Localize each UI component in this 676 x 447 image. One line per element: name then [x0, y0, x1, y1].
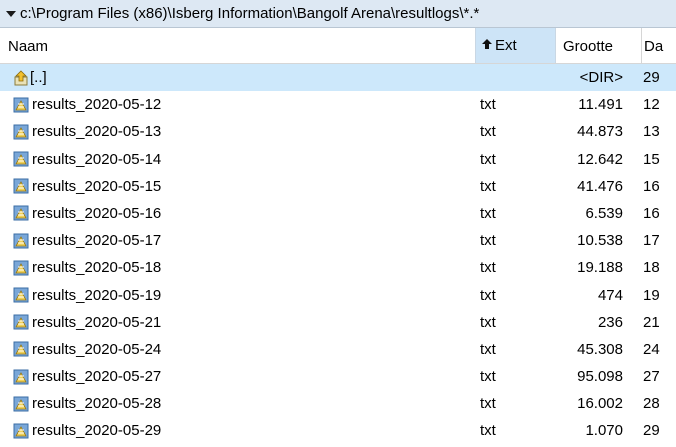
file-date: 27	[643, 368, 660, 386]
file-size: 10.538	[577, 232, 623, 250]
column-header-ext[interactable]: Ext	[475, 28, 556, 63]
file-row[interactable]: results_2020-05-19 txt 474 19	[0, 282, 676, 309]
file-date: 12	[643, 96, 660, 114]
file-name: results_2020-05-28	[32, 395, 162, 413]
file-row[interactable]: results_2020-05-27 txt 95.098 27	[0, 363, 676, 390]
text-file-icon	[12, 368, 30, 386]
file-size: 95.098	[577, 368, 623, 386]
column-header: Naam Ext Grootte Da	[0, 28, 676, 64]
file-row[interactable]: results_2020-05-12 txt 11.491 12	[0, 91, 676, 118]
file-row[interactable]: results_2020-05-28 txt 16.002 28	[0, 390, 676, 417]
file-size: 41.476	[577, 177, 623, 195]
file-date: 21	[643, 313, 660, 331]
file-date: 16	[643, 177, 660, 195]
text-file-icon	[12, 422, 30, 440]
column-name-label: Naam	[8, 37, 49, 55]
path-bar[interactable]: c:\Program Files (x86)\Isberg Informatio…	[0, 0, 676, 28]
file-size: 474	[597, 286, 623, 304]
text-file-icon	[12, 232, 30, 250]
file-date: 17	[643, 232, 660, 250]
text-file-icon	[12, 150, 30, 168]
file-name: results_2020-05-27	[32, 368, 162, 386]
text-file-icon	[12, 259, 30, 277]
file-name: results_2020-05-15	[32, 177, 162, 195]
file-name: results_2020-05-16	[32, 204, 162, 222]
file-ext: txt	[480, 422, 496, 440]
file-name: results_2020-05-13	[32, 123, 162, 141]
file-date: 24	[643, 340, 660, 358]
file-ext: txt	[480, 96, 496, 114]
file-name: results_2020-05-19	[32, 286, 162, 304]
parent-dir-size: <DIR>	[579, 69, 623, 86]
file-size: 45.308	[577, 340, 623, 358]
file-row[interactable]: results_2020-05-13 txt 44.873 13	[0, 118, 676, 145]
file-size: 11.491	[578, 96, 623, 114]
file-row[interactable]: results_2020-05-29 txt 1.070 29	[0, 417, 676, 444]
parent-dir-row[interactable]: [..] <DIR> 29	[0, 64, 676, 92]
file-date: 15	[643, 150, 660, 168]
file-ext: txt	[480, 395, 496, 413]
arrow-up-icon	[481, 38, 493, 53]
file-row[interactable]: results_2020-05-24 txt 45.308 24	[0, 336, 676, 363]
file-ext: txt	[480, 286, 496, 304]
file-list: [..] <DIR> 29 results_2020-05-12 txt 11.49…	[0, 64, 676, 445]
text-file-icon	[12, 177, 30, 195]
column-header-name[interactable]: Naam	[8, 28, 48, 64]
file-row[interactable]: results_2020-05-14 txt 12.642 15	[0, 146, 676, 173]
file-size: 19.188	[577, 259, 623, 277]
column-date-label: Da	[644, 37, 664, 55]
file-ext: txt	[480, 177, 496, 195]
parent-dir-date: 29	[643, 69, 660, 86]
file-size: 12.642	[577, 150, 623, 168]
file-row[interactable]: results_2020-05-17 txt 10.538 17	[0, 227, 676, 254]
file-size: 44.873	[577, 123, 623, 141]
file-ext: txt	[480, 204, 496, 222]
file-name: results_2020-05-24	[32, 340, 162, 358]
text-file-icon	[12, 313, 30, 331]
file-date: 29	[643, 422, 660, 440]
file-size: 1.070	[585, 422, 623, 440]
text-file-icon	[12, 204, 30, 222]
file-ext: txt	[480, 259, 496, 277]
file-name: results_2020-05-14	[32, 150, 162, 168]
text-file-icon	[12, 123, 30, 141]
parent-dir-label: [..]	[30, 69, 47, 86]
file-size: 236	[597, 313, 623, 331]
path-text: c:\Program Files (x86)\Isberg Informatio…	[20, 5, 480, 22]
chevron-down-icon[interactable]	[4, 7, 18, 21]
text-file-icon	[12, 96, 30, 114]
file-ext: txt	[480, 313, 496, 331]
folder-up-icon	[12, 69, 30, 87]
file-date: 19	[643, 286, 660, 304]
file-ext: txt	[480, 232, 496, 250]
file-name: results_2020-05-12	[32, 96, 162, 114]
file-name: results_2020-05-17	[32, 232, 162, 250]
column-header-date[interactable]: Da	[641, 28, 663, 64]
file-name: results_2020-05-29	[32, 422, 162, 440]
text-file-icon	[12, 286, 30, 304]
text-file-icon	[12, 395, 30, 413]
file-row[interactable]: results_2020-05-18 txt 19.188 18	[0, 254, 676, 281]
file-ext: txt	[480, 340, 496, 358]
file-row[interactable]: results_2020-05-15 txt 41.476 16	[0, 173, 676, 200]
file-size: 6.539	[585, 204, 623, 222]
file-date: 18	[643, 259, 660, 277]
text-file-icon	[12, 340, 30, 358]
column-size-label: Grootte	[563, 37, 614, 55]
file-ext: txt	[480, 123, 496, 141]
column-ext-label: Ext	[495, 37, 517, 54]
file-ext: txt	[480, 368, 496, 386]
file-date: 13	[643, 123, 660, 141]
file-date: 16	[643, 204, 660, 222]
file-ext: txt	[480, 150, 496, 168]
file-row[interactable]: results_2020-05-16 txt 6.539 16	[0, 200, 676, 227]
file-date: 28	[643, 395, 660, 413]
file-name: results_2020-05-21	[32, 313, 162, 331]
column-header-size[interactable]: Grootte	[563, 28, 637, 64]
file-size: 16.002	[577, 395, 623, 413]
file-row[interactable]: results_2020-05-21 txt 236 21	[0, 309, 676, 336]
file-name: results_2020-05-18	[32, 259, 162, 277]
